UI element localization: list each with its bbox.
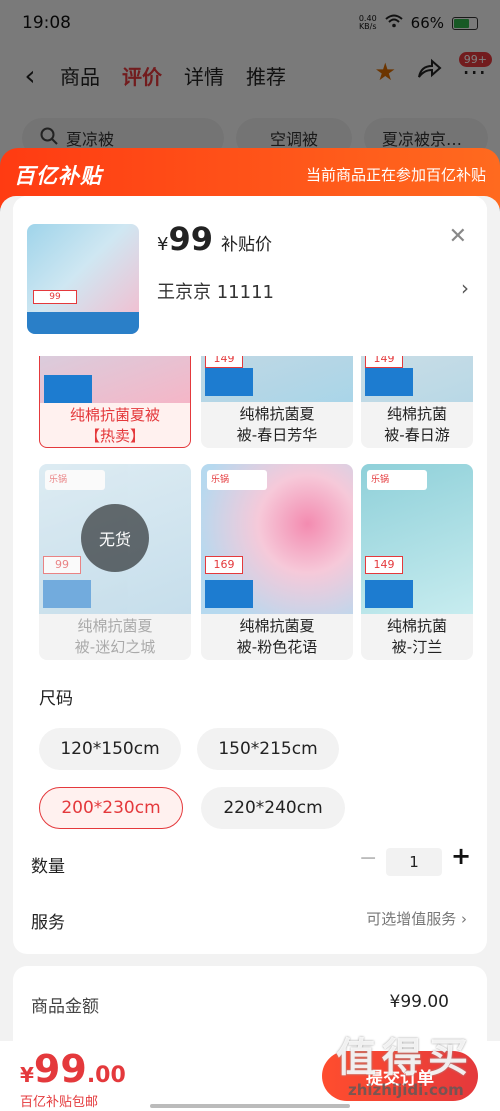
variant-price-tag: 149	[365, 556, 403, 574]
quantity-label: 数量	[31, 857, 65, 877]
variant-option[interactable]: 乐锅 99 无货 纯棉抗菌夏 被-迷幻之城	[39, 464, 191, 660]
size-option[interactable]: 120*150cm	[39, 728, 181, 770]
variant-name: 纯棉抗菌夏 被-春日芳华	[236, 405, 318, 444]
total-decimal: .00	[86, 1063, 126, 1088]
chevron-right-icon[interactable]: ›	[461, 276, 469, 300]
amount-label: 商品金额	[31, 997, 99, 1017]
total-integer: 99	[33, 1047, 87, 1091]
size-option-selected[interactable]: 200*230cm	[39, 787, 183, 829]
close-icon[interactable]: ✕	[449, 224, 467, 249]
watermark: 值得买 zhizhijidi.com	[336, 1025, 496, 1103]
price-label: 补贴价	[220, 235, 272, 255]
price-currency: ¥	[157, 234, 169, 255]
variant-name: 纯棉抗菌夏 被-粉色花语	[236, 617, 318, 656]
home-indicator[interactable]	[150, 1104, 350, 1108]
seller-address[interactable]: 王京京 11111	[157, 278, 274, 304]
variant-option[interactable]: 乐锅 149 纯棉抗菌 被-汀兰	[361, 464, 473, 660]
total-price: ¥ 99 .00	[20, 1047, 126, 1091]
quantity-input[interactable]: 1	[386, 848, 442, 876]
variant-name: 纯棉抗菌 被-汀兰	[386, 617, 447, 656]
size-option[interactable]: 150*215cm	[197, 728, 339, 770]
out-of-stock-badge: 无货	[81, 504, 149, 572]
variant-option[interactable]: 乐锅 169 纯棉抗菌夏 被-粉色花语	[201, 464, 353, 660]
product-header: 99 ¥ 99 补贴价 ✕ 王京京 11111 ›	[13, 196, 487, 356]
subsidy-logo: 百亿补贴	[14, 164, 102, 188]
price-value: 99	[168, 220, 213, 258]
brand-mark: 乐锅	[207, 470, 267, 490]
variant-price-tag: 169	[205, 556, 243, 574]
total-currency: ¥	[20, 1063, 34, 1087]
variant-name: 纯棉抗菌夏 被-迷幻之城	[74, 617, 156, 656]
amount-value: ¥99.00	[389, 992, 449, 1012]
chevron-right-icon: ›	[461, 910, 467, 928]
variant-price-tag: 99	[43, 556, 81, 574]
brand-mark: 乐锅	[45, 470, 105, 490]
watermark-text: 值得买	[336, 1035, 474, 1081]
quantity-plus-button[interactable]: +	[451, 842, 471, 870]
service-option[interactable]: 可选增值服务 ›	[366, 908, 467, 929]
product-thumbnail[interactable]: 99	[27, 224, 139, 334]
quantity-minus-button[interactable]: −	[359, 846, 377, 871]
sku-card: 99 ¥ 99 补贴价 ✕ 王京京 11111 › 纯棉抗菌夏被 【热卖】 149…	[13, 196, 487, 954]
watermark-domain: zhizhijidi.com	[348, 1081, 464, 1099]
sku-sheet: 99 ¥ 99 补贴价 ✕ 王京京 11111 › 纯棉抗菌夏被 【热卖】 149…	[0, 196, 500, 1111]
variant-name: 纯棉抗菌 被-春日游	[384, 405, 450, 444]
subsidy-message: 当前商品正在参加百亿补贴	[305, 166, 486, 184]
service-label: 服务	[31, 913, 65, 933]
variant-name: 纯棉抗菌夏被 【热卖】	[69, 406, 160, 445]
size-option[interactable]: 220*240cm	[201, 787, 345, 829]
product-price: ¥ 99 补贴价	[157, 220, 272, 258]
thumb-price-tag: 99	[33, 290, 77, 304]
size-section-label: 尺码	[39, 689, 73, 709]
brand-mark: 乐锅	[367, 470, 427, 490]
free-shipping-note: 百亿补贴包邮	[20, 1095, 99, 1110]
